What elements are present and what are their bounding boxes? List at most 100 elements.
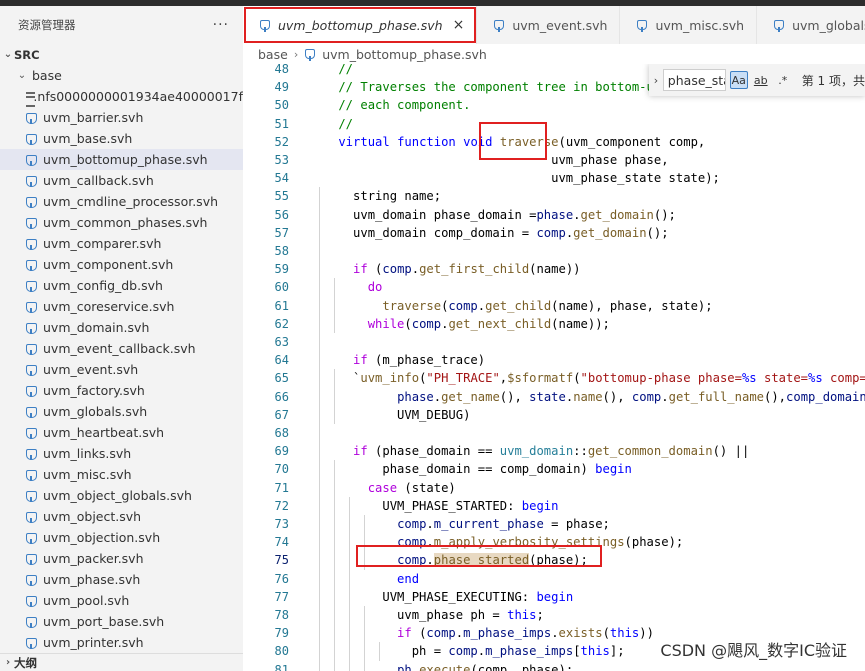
file-item[interactable]: uvm_event.svh (0, 359, 243, 380)
editor-tab[interactable]: uvm_event.svh (477, 6, 621, 44)
file-item[interactable]: uvm_factory.svh (0, 380, 243, 401)
code-token: ]; (609, 644, 625, 659)
breadcrumb-file[interactable]: uvm_bottomup_phase.svh (322, 47, 487, 62)
code-token: exists (558, 626, 603, 641)
tree-folder-base[interactable]: ⌄ base (0, 65, 243, 86)
file-item[interactable]: uvm_base.svh (0, 128, 243, 149)
code-token: (name), phase, state); (551, 298, 713, 313)
line-number: 61 (274, 298, 289, 313)
code-editor[interactable]: 48 49 50 51 52 53 54 55 56 57 58 59 60 61 62 63 64 65 66 67… (243, 64, 865, 671)
line-number: 69 (274, 444, 289, 459)
breadcrumb-folder[interactable]: base (258, 47, 288, 62)
whole-word-toggle[interactable]: ab (752, 71, 770, 89)
file-item[interactable]: uvm_object.svh (0, 506, 243, 527)
more-actions-button[interactable]: ··· (213, 17, 229, 33)
code-token: string name; (309, 189, 442, 204)
file-item[interactable]: uvm_domain.svh (0, 317, 243, 338)
file-item[interactable]: uvm_printer.svh (0, 632, 243, 653)
code-token: begin (595, 462, 632, 477)
file-item[interactable]: uvm_objection.svh (0, 527, 243, 548)
code-token: m_phase_imps (485, 644, 574, 659)
verilog-file-icon (24, 301, 38, 313)
file-item[interactable]: uvm_pool.svh (0, 590, 243, 611)
breadcrumb: base › uvm_bottomup_phase.svh (243, 44, 865, 64)
code-token: ph (397, 662, 412, 671)
verilog-file-icon (24, 259, 38, 271)
file-item[interactable]: uvm_barrier.svh (0, 107, 243, 128)
line-number: 76 (274, 571, 289, 586)
explorer-header: 资源管理器 ··· (0, 6, 243, 44)
verilog-file-icon (24, 364, 38, 376)
file-item[interactable]: uvm_misc.svh (0, 464, 243, 485)
file-item-label: uvm_object_globals.svh (43, 488, 192, 503)
file-item[interactable]: uvm_comparer.svh (0, 233, 243, 254)
code-line: // each component. (309, 96, 470, 114)
match-case-toggle[interactable]: Aa (729, 71, 748, 89)
code-token: end (309, 571, 420, 586)
file-item[interactable]: uvm_globals.svh (0, 401, 243, 422)
code-token: $sformatf (507, 371, 574, 386)
code-token: %s (741, 371, 757, 386)
code-token: %s (808, 371, 823, 386)
close-icon[interactable]: × (453, 17, 465, 33)
tree-root-src[interactable]: ⌄ SRC (0, 44, 243, 65)
file-item-label: uvm_component.svh (43, 257, 174, 272)
file-item[interactable]: uvm_event_callback.svh (0, 338, 243, 359)
file-item[interactable]: uvm_port_base.svh (0, 611, 243, 632)
code-line: `uvm_info("PH_TRACE",$sformatf("bottomup… (309, 369, 865, 387)
outline-section[interactable]: › 大纲 (0, 653, 243, 671)
code-token: m_phase_imps (463, 626, 552, 641)
file-item[interactable]: uvm_coreservice.svh (0, 296, 243, 317)
file-item[interactable]: uvm_phase.svh (0, 569, 243, 590)
file-item[interactable]: .nfs0000000001934ae40000017f (0, 86, 243, 107)
file-item[interactable]: uvm_links.svh (0, 443, 243, 464)
annotation-box-phase-started (356, 545, 602, 567)
file-item[interactable]: uvm_heartbeat.svh (0, 422, 243, 443)
editor-tab[interactable]: uvm_misc.svh (620, 6, 758, 44)
code-line: // (309, 115, 353, 133)
line-number: 79 (274, 626, 289, 641)
file-item[interactable]: uvm_common_phases.svh (0, 212, 243, 233)
file-item-label: .nfs0000000001934ae40000017f (33, 89, 243, 104)
code-token: m_current_phase (433, 517, 544, 531)
file-item[interactable]: uvm_bottomup_phase.svh (0, 149, 243, 170)
verilog-file-icon (24, 616, 38, 628)
line-number: 77 (274, 589, 289, 604)
file-item-label: uvm_objection.svh (43, 530, 161, 545)
find-toggle-replace-icon[interactable]: › (649, 74, 663, 87)
code-line: comp.m_current_phase = phase; (309, 515, 610, 533)
tree-folder-label: base (32, 68, 62, 83)
find-input[interactable]: phase_start (662, 69, 726, 91)
code-token: [ (573, 644, 581, 659)
file-item-label: uvm_callback.svh (43, 173, 154, 188)
code-token: . (411, 662, 420, 671)
file-item-label: uvm_bottomup_phase.svh (43, 152, 208, 167)
file-item[interactable]: uvm_cmdline_processor.svh (0, 191, 243, 212)
line-number: 67 (274, 407, 289, 422)
code-token: comp (382, 262, 412, 277)
outline-label: 大纲 (14, 655, 37, 670)
indent-guide (319, 187, 320, 671)
editor-tab[interactable]: uvm_bottomup_phase.svh × (243, 6, 478, 44)
code-token: phase (397, 389, 434, 404)
code-token: comp (426, 626, 456, 641)
file-item[interactable]: uvm_callback.svh (0, 170, 243, 191)
verilog-file-icon (24, 238, 38, 250)
file-item-label: uvm_object.svh (43, 509, 142, 524)
code-area[interactable]: // // Traverses the component tree in bo… (309, 64, 865, 671)
line-number: 52 (274, 134, 289, 149)
file-item[interactable]: uvm_config_db.svh (0, 275, 243, 296)
file-item[interactable]: uvm_component.svh (0, 254, 243, 275)
find-result-count: 第 1 项，共 (801, 73, 865, 88)
line-number: 65 (274, 371, 289, 386)
line-number: 50 (274, 98, 289, 113)
file-item[interactable]: uvm_packer.svh (0, 548, 243, 569)
regex-toggle[interactable]: .* (774, 71, 792, 89)
code-token: comp (631, 389, 662, 404)
code-token: (uvm_component comp, (558, 134, 706, 149)
indent-guide (334, 460, 335, 671)
file-item[interactable]: uvm_object_globals.svh (0, 485, 243, 506)
editor-tab[interactable]: uvm_globals.svh (757, 6, 865, 44)
line-number: 78 (274, 608, 289, 622)
file-item-label: uvm_globals.svh (43, 404, 148, 419)
